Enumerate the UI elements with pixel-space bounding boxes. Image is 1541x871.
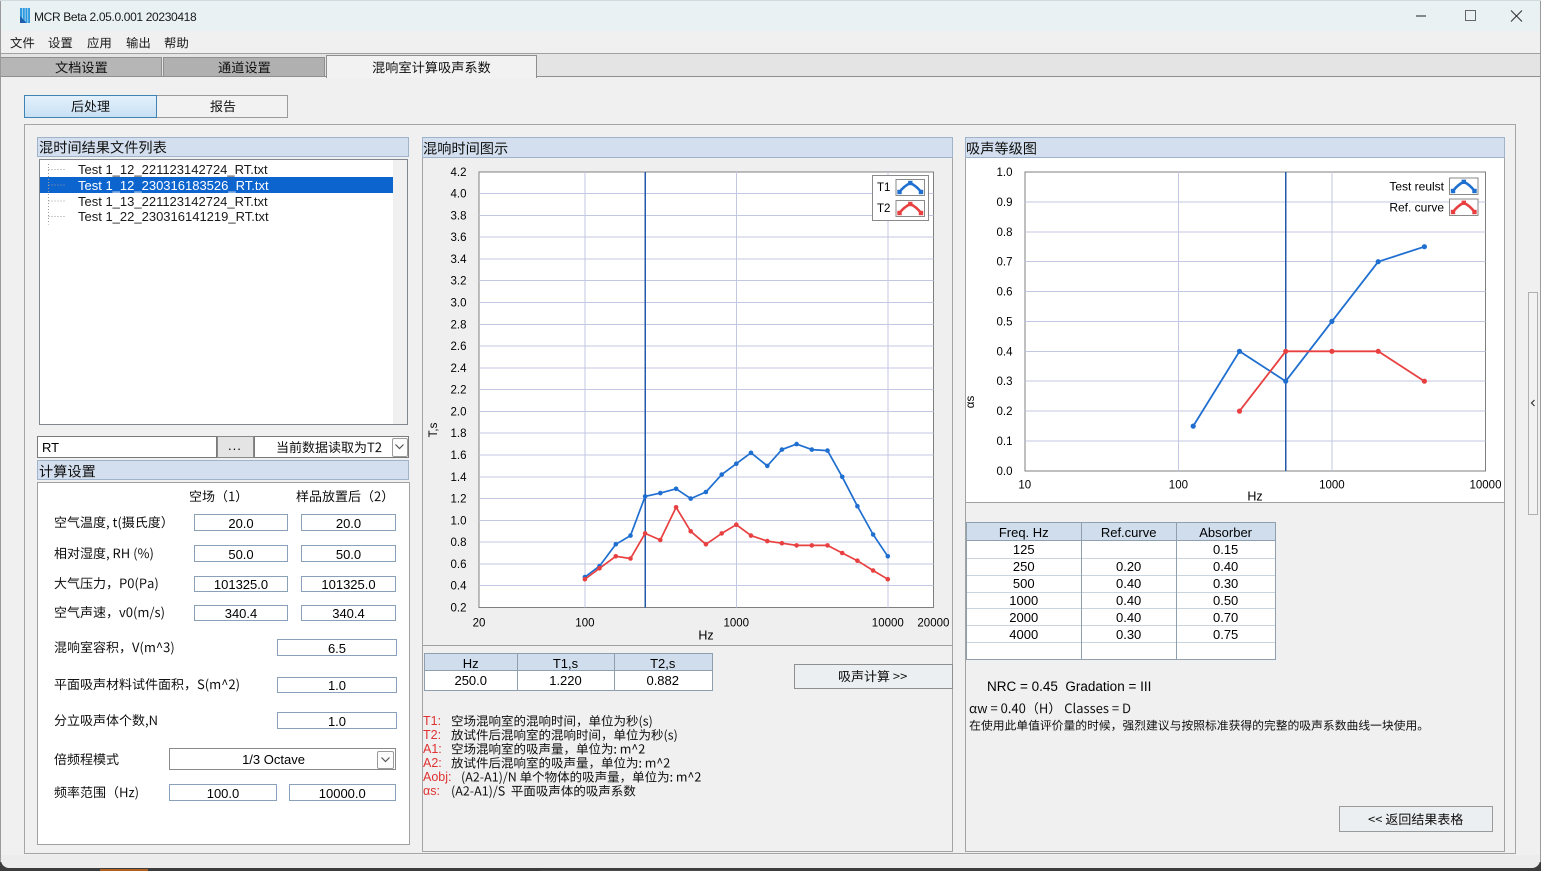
svg-text:Hz: Hz xyxy=(1247,490,1262,504)
svg-text:100: 100 xyxy=(1169,480,1188,492)
svg-text:0.1: 0.1 xyxy=(997,436,1013,448)
svg-text:αs: αs xyxy=(965,396,977,409)
svg-text:0.3: 0.3 xyxy=(997,376,1013,388)
svg-text:0.5: 0.5 xyxy=(997,316,1013,328)
svg-text:0.7: 0.7 xyxy=(997,257,1013,269)
svg-text:1.0: 1.0 xyxy=(997,167,1013,179)
svg-text:0.8: 0.8 xyxy=(997,227,1013,239)
svg-text:0.4: 0.4 xyxy=(997,346,1014,358)
svg-text:10000: 10000 xyxy=(1470,480,1502,492)
svg-text:10: 10 xyxy=(1018,480,1031,492)
svg-text:1000: 1000 xyxy=(1319,480,1345,492)
svg-text:Test reulst: Test reulst xyxy=(1389,180,1444,194)
svg-text:0.6: 0.6 xyxy=(997,287,1013,299)
svg-text:0.2: 0.2 xyxy=(997,406,1013,418)
svg-text:Ref. curve: Ref. curve xyxy=(1389,201,1444,215)
svg-text:0.0: 0.0 xyxy=(997,466,1013,478)
svg-text:0.9: 0.9 xyxy=(997,197,1013,209)
